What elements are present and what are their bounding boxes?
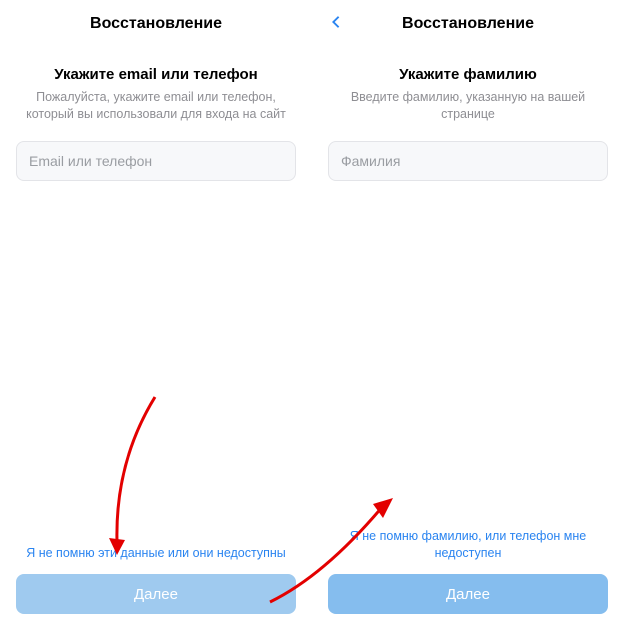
recovery-screen-lastname: Восстановление Укажите фамилию Введите ф… [312, 0, 624, 628]
page-title: Восстановление [90, 15, 222, 33]
subtext: Пожалуйста, укажите email или телефон, к… [16, 89, 296, 123]
header: Восстановление [312, 0, 624, 48]
footer: Я не помню фамилию, или телефон мне недо… [312, 528, 624, 614]
recovery-screen-email: Восстановление Укажите email или телефон… [0, 0, 312, 628]
input-wrapper [328, 141, 608, 181]
input-wrapper [16, 141, 296, 181]
forgot-data-link[interactable]: Я не помню эти данные или они недоступны [16, 545, 296, 562]
next-button[interactable]: Далее [328, 574, 608, 614]
lastname-input[interactable] [328, 141, 608, 181]
subtext: Введите фамилию, указанную на вашей стра… [328, 89, 608, 123]
subtitle: Укажите email или телефон [16, 66, 296, 83]
page-title: Восстановление [402, 15, 534, 33]
chevron-left-icon [329, 15, 343, 34]
content: Укажите email или телефон Пожалуйста, ук… [0, 48, 312, 123]
content: Укажите фамилию Введите фамилию, указанн… [312, 48, 624, 123]
annotation-arrow-icon [105, 392, 165, 562]
footer: Я не помню эти данные или они недоступны… [0, 545, 312, 614]
header: Восстановление [0, 0, 312, 48]
forgot-lastname-link[interactable]: Я не помню фамилию, или телефон мне недо… [328, 528, 608, 562]
email-or-phone-input[interactable] [16, 141, 296, 181]
subtitle: Укажите фамилию [328, 66, 608, 83]
next-button[interactable]: Далее [16, 574, 296, 614]
back-button[interactable] [324, 12, 348, 36]
